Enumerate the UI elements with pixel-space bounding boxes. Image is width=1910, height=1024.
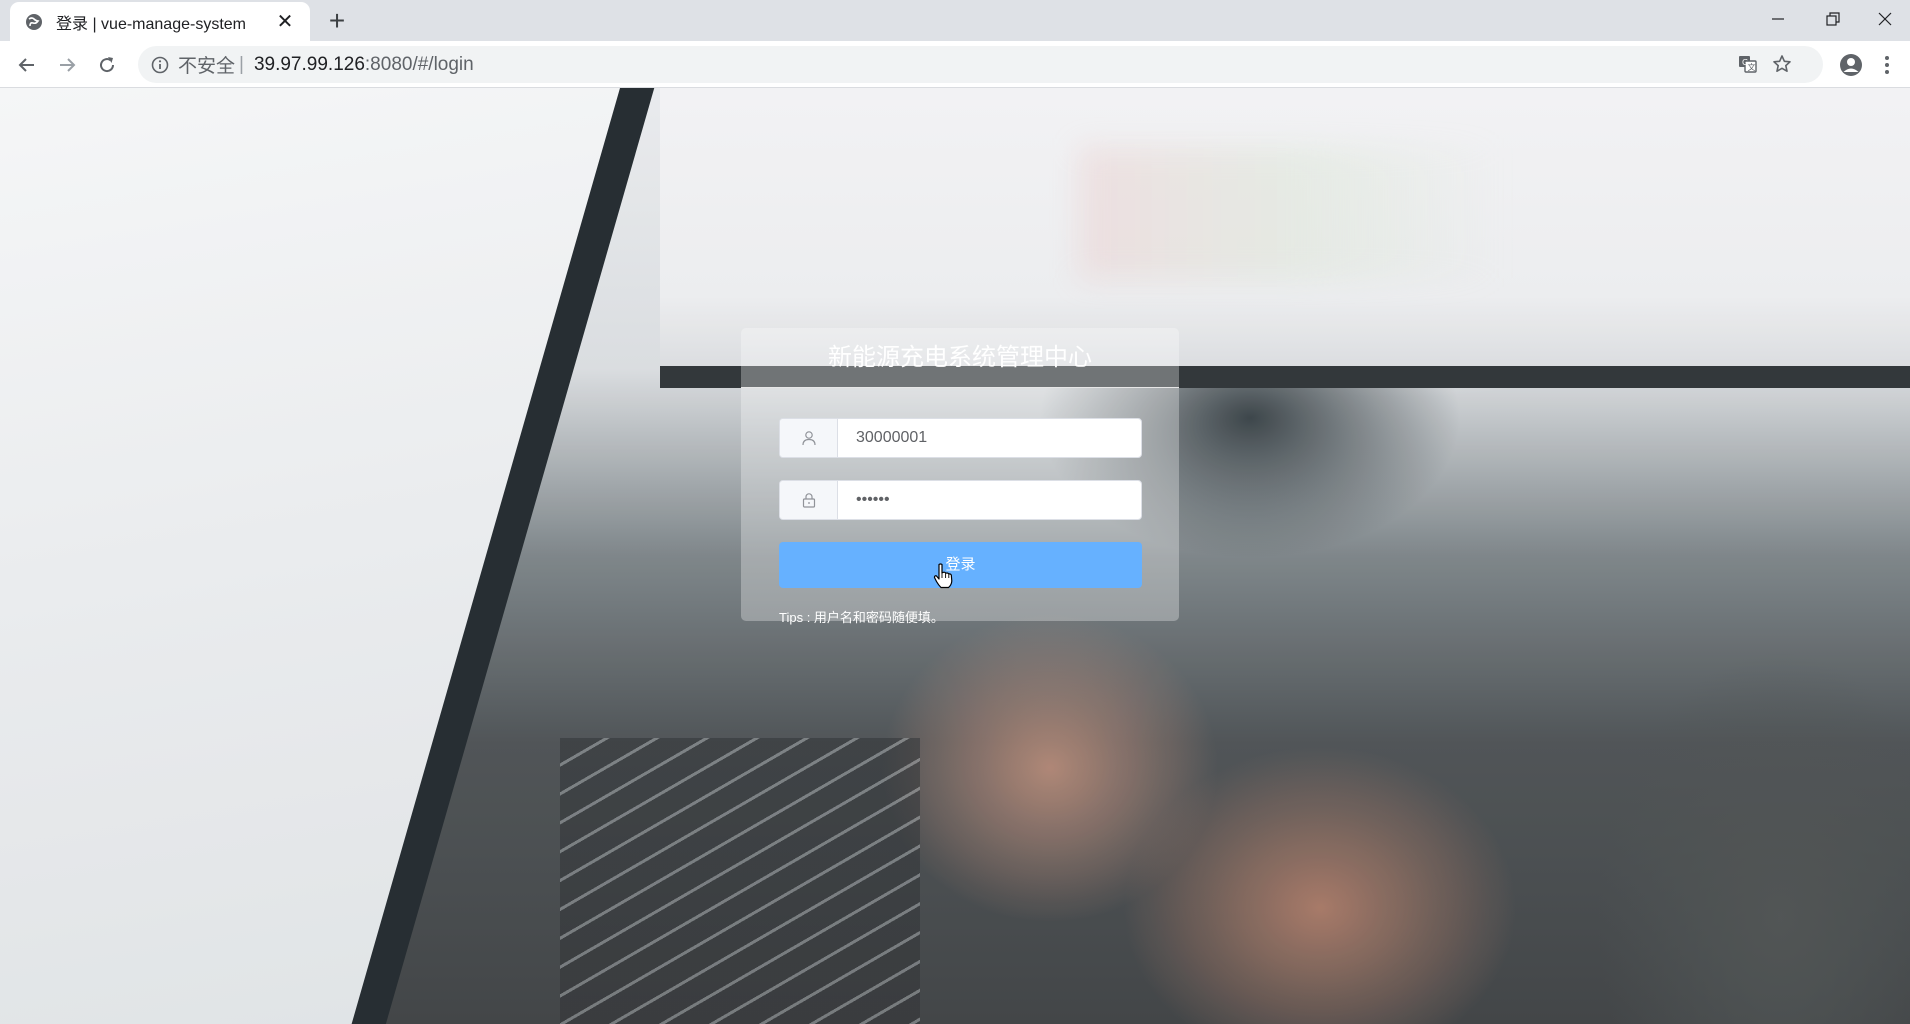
- globe-icon: [24, 12, 44, 32]
- svg-text:文: 文: [1748, 62, 1756, 72]
- login-button[interactable]: 登录: [779, 542, 1142, 588]
- login-form: 登录 Tips : 用户名和密码随便填。: [741, 388, 1179, 628]
- info-icon[interactable]: [150, 55, 170, 75]
- arrow-left-icon: [17, 55, 37, 75]
- close-window-button[interactable]: [1860, 0, 1910, 38]
- url-host: 39.97.99.126: [253, 53, 365, 75]
- security-label[interactable]: 不安全: [178, 51, 235, 78]
- new-tab-button[interactable]: +: [322, 5, 352, 36]
- bookmark-button[interactable]: [1765, 47, 1799, 81]
- account-icon: [1839, 53, 1863, 77]
- reload-button[interactable]: [90, 48, 124, 82]
- hand-cursor-icon: [933, 563, 953, 589]
- profile-button[interactable]: [1834, 48, 1868, 82]
- login-page: 新能源充电系统管理中心 30000001 •••••• 登录 Tips: 用户…: [0, 88, 1910, 1024]
- tab-close-button[interactable]: ✕: [274, 11, 296, 33]
- browser-toolbar: 不安全 | 39.97.99.126 :8080/#/login G 文: [0, 41, 1910, 88]
- lock-icon: [801, 492, 817, 508]
- user-icon: [801, 430, 817, 446]
- browser-tab[interactable]: 登录 | vue-manage-system ✕: [10, 2, 310, 41]
- password-prepend: [780, 481, 838, 519]
- username-prepend: [780, 419, 838, 457]
- url-path: :8080/#/login: [364, 53, 474, 75]
- login-title: 新能源充电系统管理中心: [741, 328, 1179, 388]
- restore-button[interactable]: [1805, 0, 1861, 38]
- star-icon: [1772, 54, 1792, 74]
- translate-icon: G 文: [1738, 54, 1758, 74]
- reload-icon: [97, 55, 117, 75]
- tab-title: 登录 | vue-manage-system: [56, 15, 246, 33]
- forward-button[interactable]: [50, 48, 84, 82]
- address-bar[interactable]: 不安全 | 39.97.99.126 :8080/#/login G 文: [138, 46, 1823, 83]
- menu-button[interactable]: [1872, 48, 1902, 82]
- more-vert-icon: [1884, 55, 1890, 75]
- url-separator: |: [239, 53, 244, 75]
- minimize-button[interactable]: [1750, 0, 1806, 38]
- password-input-group[interactable]: [779, 480, 1142, 520]
- login-tips: Tips : 用户名和密码随便填。: [779, 610, 944, 625]
- username-input-group[interactable]: [779, 418, 1142, 458]
- back-button[interactable]: [10, 48, 44, 82]
- login-card: 新能源充电系统管理中心 30000001 •••••• 登录 Tips: 用户…: [741, 328, 1179, 625]
- username-input[interactable]: [838, 419, 1141, 457]
- arrow-right-icon: [57, 55, 77, 75]
- translate-button[interactable]: G 文: [1731, 47, 1765, 81]
- password-input[interactable]: [838, 481, 1141, 519]
- tab-strip: 登录 | vue-manage-system ✕ +: [0, 0, 1910, 41]
